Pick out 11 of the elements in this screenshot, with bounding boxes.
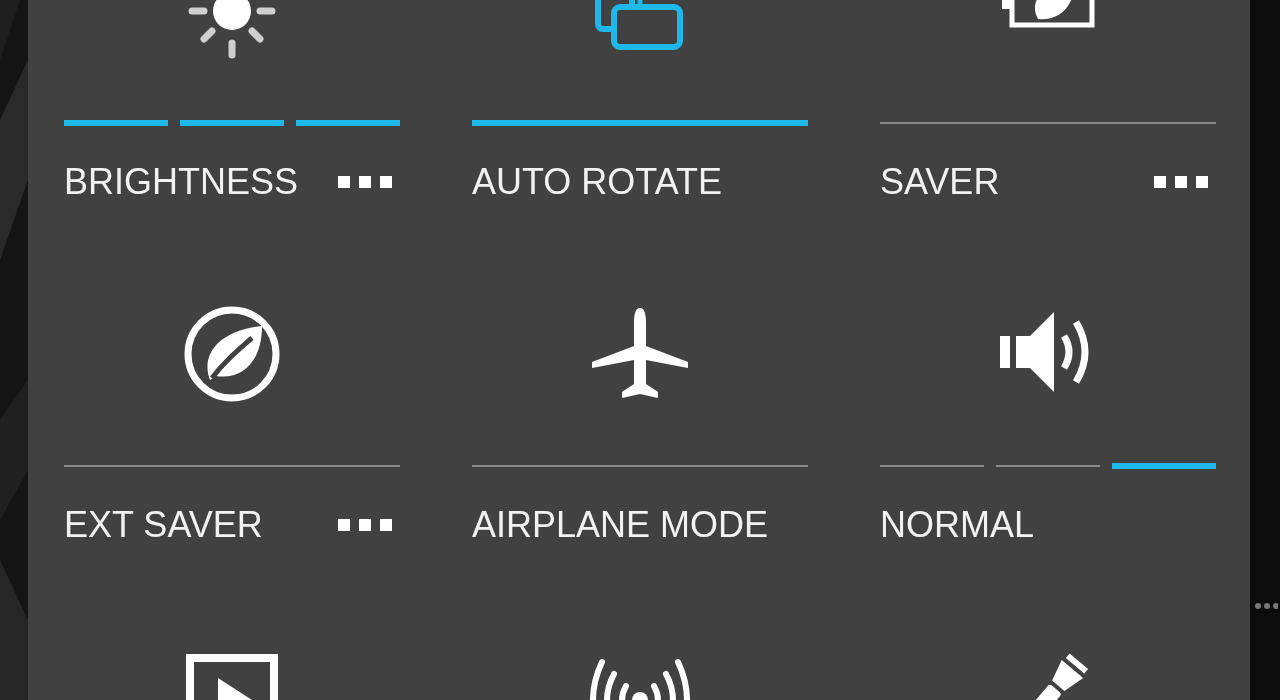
tile-label[interactable]: BRIGHTNESS [64,160,299,203]
tile-label[interactable]: AIRPLANE MODE [472,503,769,546]
leaf-circle-icon[interactable] [182,304,282,404]
more-icon[interactable] [1154,175,1208,188]
dots-icon [1254,602,1278,610]
more-icon[interactable] [338,518,392,531]
more-icon[interactable] [338,175,392,188]
tile-label[interactable]: AUTO ROTATE [472,160,722,203]
tile-label[interactable]: NORMAL [880,503,1035,546]
tile-label[interactable]: EXT SAVER [64,503,263,546]
tile-label[interactable]: SAVER [880,160,1000,203]
